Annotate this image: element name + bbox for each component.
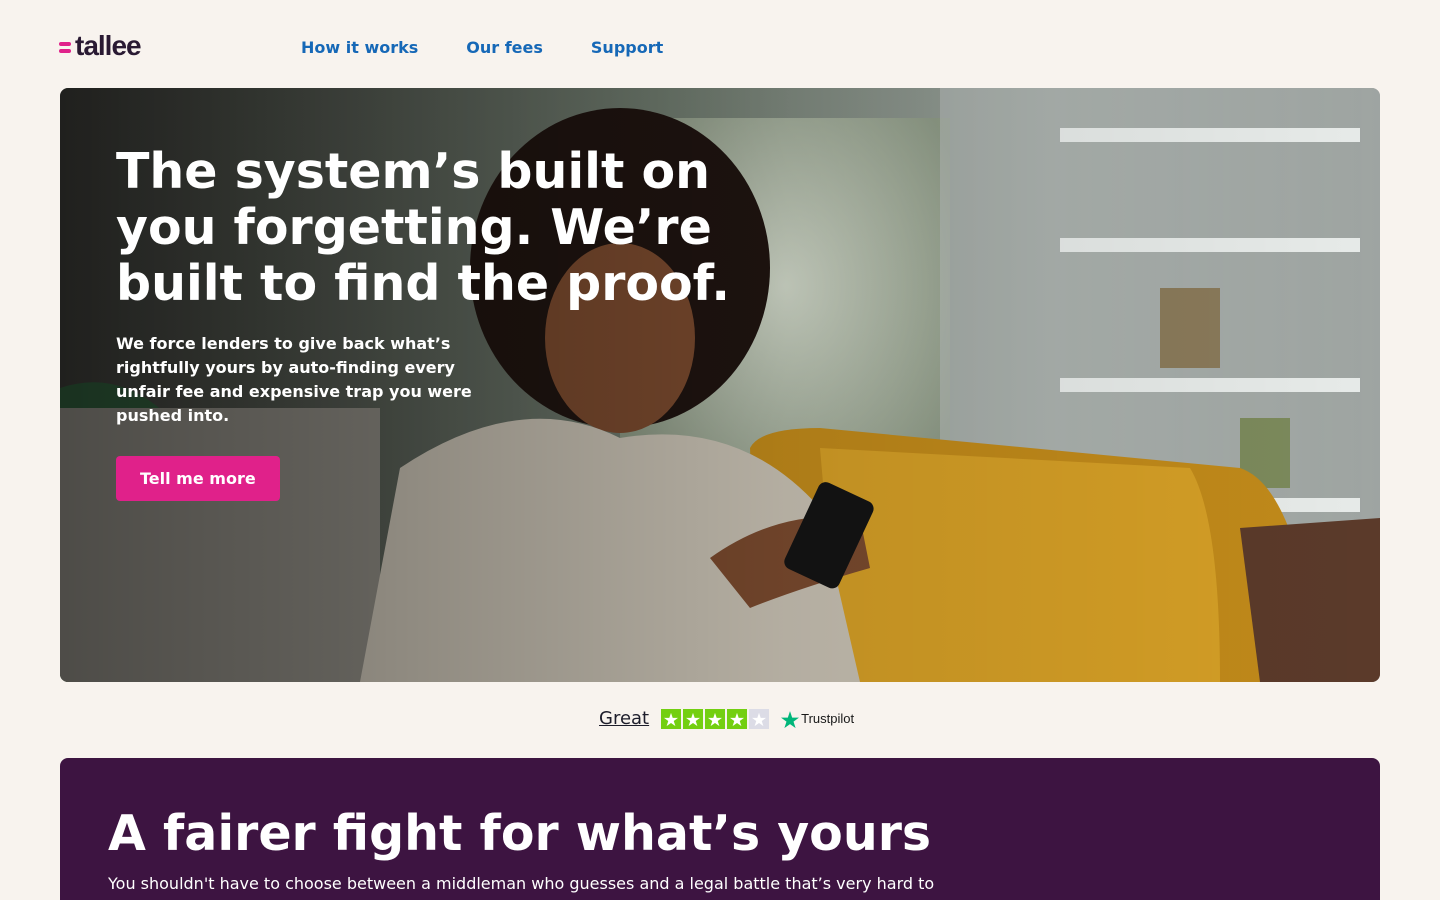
star-filled-icon xyxy=(727,708,748,729)
section-text: You shouldn't have to choose between a m… xyxy=(108,874,935,893)
hero-subtitle: We force lenders to give back what’s rig… xyxy=(116,334,472,425)
star-filled-icon xyxy=(661,708,682,729)
star-filled-icon xyxy=(683,708,704,729)
site-header: tallee How it works Our fees Support xyxy=(0,0,1440,88)
nav-link-our-fees[interactable]: Our fees xyxy=(466,38,543,57)
hero-title: The system’s built on you forgetting. We… xyxy=(116,143,730,312)
trustpilot-widget[interactable]: Great Trustpilot xyxy=(599,708,854,729)
star-empty-icon xyxy=(749,708,770,729)
hero-banner: The system’s built on you forgetting. We… xyxy=(60,88,1380,682)
tallee-logo[interactable]: tallee xyxy=(59,30,142,62)
hero-content: The system’s built on you forgetting. We… xyxy=(116,144,756,501)
tell-me-more-button[interactable]: Tell me more xyxy=(116,456,280,501)
nav-link-support[interactable]: Support xyxy=(591,38,663,57)
trustpilot-rating-text[interactable]: Great xyxy=(599,708,649,729)
section-title: A fairer fight for what’s yours xyxy=(108,805,932,862)
fairer-fight-section: A fairer fight for what’s yours You shou… xyxy=(60,758,1380,900)
double-dash-icon xyxy=(59,41,71,53)
star-filled-icon xyxy=(705,708,726,729)
trustpilot-logo: Trustpilot xyxy=(781,710,854,728)
logo-text: tallee xyxy=(75,30,142,61)
trustpilot-stars xyxy=(661,708,770,729)
main-nav: How it works Our fees Support xyxy=(301,38,663,57)
nav-link-how-it-works[interactable]: How it works xyxy=(301,38,418,57)
trustpilot-star-icon xyxy=(781,710,800,728)
trustpilot-brand: Trustpilot xyxy=(801,711,855,726)
